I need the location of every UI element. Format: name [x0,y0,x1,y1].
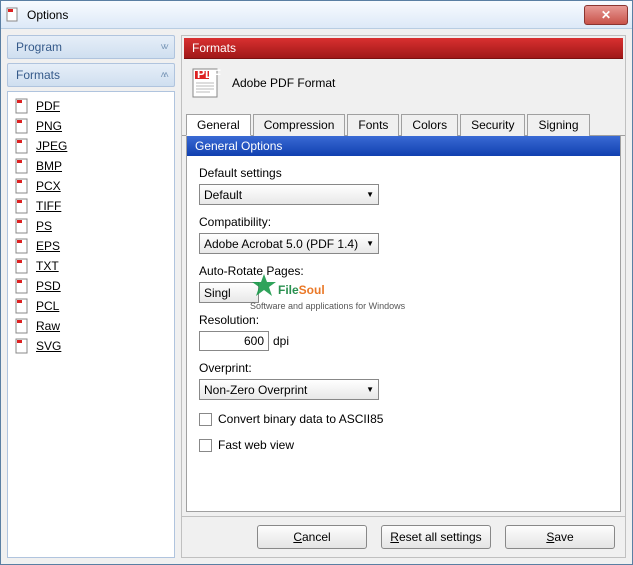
tab-security[interactable]: Security [460,114,525,136]
chevron-down-icon: ▼ [366,190,374,199]
sidebar-item-svg[interactable]: SVG [14,336,168,356]
ascii85-label: Convert binary data to ASCII85 [218,412,383,426]
sidebar-item-pcx[interactable]: PCX [14,176,168,196]
autorotate-label: Auto-Rotate Pages: [199,264,608,278]
formats-header: Formats [184,38,623,59]
sidebar-item-png[interactable]: PNG [14,116,168,136]
resolution-label: Resolution: [199,313,608,327]
close-icon: ✕ [601,8,611,22]
default-settings-select[interactable]: Default ▼ [199,184,379,205]
app-icon [5,7,21,23]
file-icon [14,118,30,134]
sidebar-item-raw[interactable]: Raw [14,316,168,336]
sidebar-item-pcl[interactable]: PCL [14,296,168,316]
options-window: Options ✕ Program ˅˅ Formats ˄˄ PDF PNG … [0,0,633,565]
tab-general[interactable]: General [186,114,251,136]
formats-list: PDF PNG JPEG BMP PCX TIFF PS EPS TXT PSD… [7,91,175,558]
formats-panel-header[interactable]: Formats ˄˄ [7,63,175,87]
item-label: SVG [36,339,61,353]
svg-text:PDF: PDF [197,67,221,81]
item-label: Raw [36,319,60,333]
overprint-label: Overprint: [199,361,608,375]
item-label: BMP [36,159,62,173]
program-label: Program [16,40,62,54]
tab-fonts[interactable]: Fonts [347,114,399,136]
pdf-icon: PDF [190,67,222,99]
chevron-down-icon: ▼ [366,239,374,248]
file-icon [14,278,30,294]
cancel-button[interactable]: Cancel [257,525,367,549]
sidebar-item-txt[interactable]: TXT [14,256,168,276]
default-settings-label: Default settings [199,166,608,180]
overprint-select[interactable]: Non-Zero Overprint ▼ [199,379,379,400]
compatibility-label: Compatibility: [199,215,608,229]
chevron-down-icon: ˅˅ [160,42,166,53]
formats-label: Formats [16,68,60,82]
file-icon [14,298,30,314]
sidebar-item-jpeg[interactable]: JPEG [14,136,168,156]
sidebar-item-eps[interactable]: EPS [14,236,168,256]
item-label: EPS [36,239,60,253]
resolution-unit: dpi [273,334,289,348]
program-panel-header[interactable]: Program ˅˅ [7,35,175,59]
select-value: Default [204,188,242,202]
fastweb-row[interactable]: Fast web view [199,438,608,452]
main-panel: Formats PDF Adobe PDF Format General Com… [181,35,626,558]
file-icon [14,318,30,334]
sidebar-item-ps[interactable]: PS [14,216,168,236]
file-icon [14,198,30,214]
window-body: Program ˅˅ Formats ˄˄ PDF PNG JPEG BMP P… [1,29,632,564]
close-button[interactable]: ✕ [584,5,628,25]
tab-signing[interactable]: Signing [527,114,589,136]
file-icon [14,158,30,174]
file-icon [14,338,30,354]
file-icon [14,98,30,114]
form-area: Default settings Default ▼ Compatibility… [187,156,620,462]
select-value: Singl [204,286,231,300]
sidebar-item-psd[interactable]: PSD [14,276,168,296]
sidebar-item-bmp[interactable]: BMP [14,156,168,176]
format-info: PDF Adobe PDF Format [182,59,625,107]
tab-compression[interactable]: Compression [253,114,346,136]
reset-button[interactable]: Reset all settings [381,525,491,549]
item-label: PCL [36,299,59,313]
sidebar-item-tiff[interactable]: TIFF [14,196,168,216]
item-label: JPEG [36,139,67,153]
autorotate-select[interactable]: Singl [199,282,259,303]
format-name: Adobe PDF Format [232,76,335,90]
checkbox-icon [199,413,212,426]
sidebar: Program ˅˅ Formats ˄˄ PDF PNG JPEG BMP P… [7,35,175,558]
resolution-input[interactable] [199,331,269,351]
chevron-up-icon: ˄˄ [160,70,166,81]
tab-colors[interactable]: Colors [401,114,458,136]
tabs: General Compression Fonts Colors Securit… [182,113,625,136]
checkbox-icon [199,439,212,452]
select-value: Non-Zero Overprint [204,383,307,397]
item-label: PS [36,219,52,233]
file-icon [14,258,30,274]
item-label: TXT [36,259,59,273]
item-label: PSD [36,279,61,293]
item-label: PNG [36,119,62,133]
section-header: General Options [187,136,620,156]
file-icon [14,218,30,234]
file-icon [14,138,30,154]
chevron-down-icon: ▼ [366,385,374,394]
file-icon [14,178,30,194]
item-label: PCX [36,179,61,193]
ascii85-row[interactable]: Convert binary data to ASCII85 [199,412,608,426]
save-button[interactable]: Save [505,525,615,549]
window-title: Options [27,8,584,22]
item-label: PDF [36,99,60,113]
button-row: Cancel Reset all settings Save [182,516,625,557]
select-value: Adobe Acrobat 5.0 (PDF 1.4) [204,237,358,251]
file-icon [14,238,30,254]
item-label: TIFF [36,199,61,213]
compatibility-select[interactable]: Adobe Acrobat 5.0 (PDF 1.4) ▼ [199,233,379,254]
resolution-row: dpi [199,331,608,351]
sidebar-item-pdf[interactable]: PDF [14,96,168,116]
tab-content: General Options Default settings Default… [186,136,621,512]
titlebar: Options ✕ [1,1,632,29]
fastweb-label: Fast web view [218,438,294,452]
